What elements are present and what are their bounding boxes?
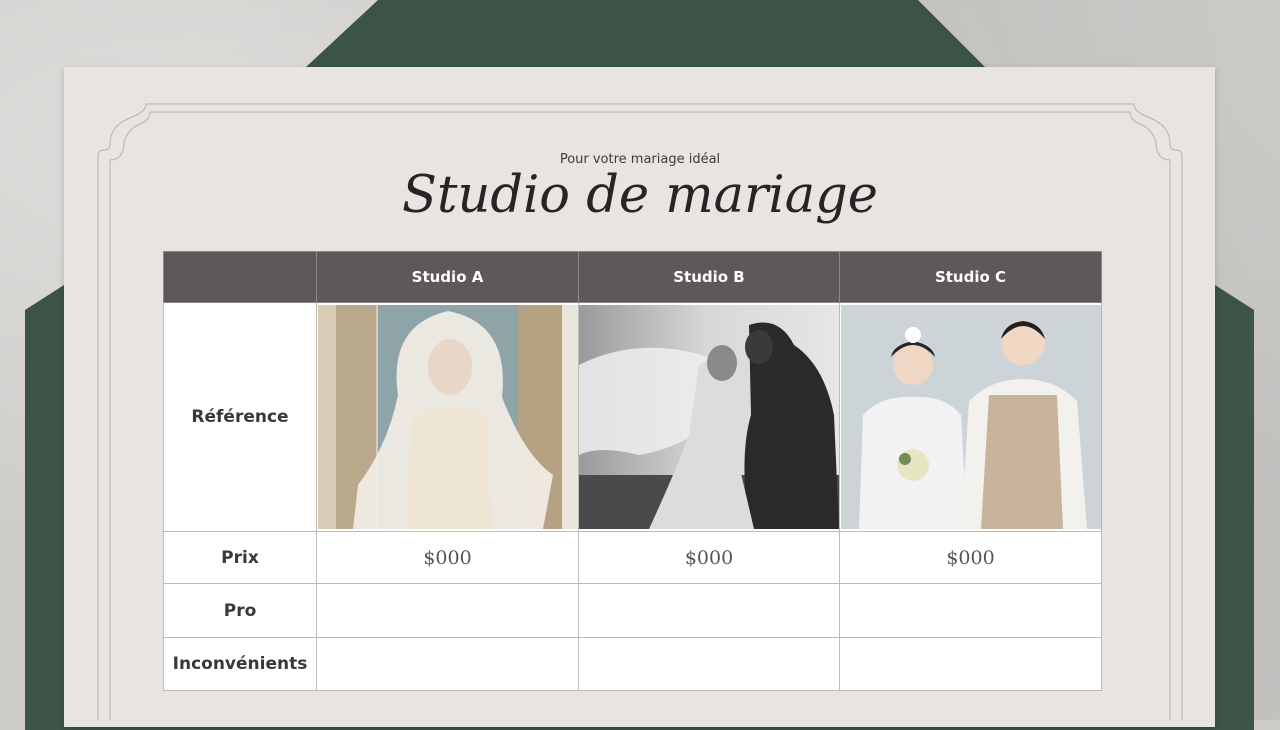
table-row: Inconvénients xyxy=(163,637,1102,691)
comparison-table: Studio A Studio B Studio C Référence Pri… xyxy=(163,251,1102,691)
pro-studio-b[interactable] xyxy=(578,583,840,638)
studio-a-photo xyxy=(317,305,578,529)
row-label-price: Prix xyxy=(163,531,317,584)
cons-studio-b[interactable] xyxy=(578,637,840,691)
cons-studio-a[interactable] xyxy=(316,637,579,691)
table-row: Référence xyxy=(163,302,1102,532)
pro-studio-a[interactable] xyxy=(316,583,579,638)
table-row: Prix $000 $000 $000 xyxy=(163,531,1102,584)
page-title: Studio de mariage xyxy=(402,166,878,225)
header-studio-b: Studio B xyxy=(578,251,840,303)
studio-c-photo xyxy=(840,305,1101,529)
table-header-row: Studio A Studio B Studio C xyxy=(163,251,1102,303)
studio-b-photo xyxy=(579,305,839,529)
row-label-pro: Pro xyxy=(163,583,317,638)
studio-c-photo-cell xyxy=(839,302,1102,532)
price-studio-b[interactable]: $000 xyxy=(578,531,840,584)
subtitle: Pour votre mariage idéal xyxy=(559,152,721,167)
studio-b-photo-cell xyxy=(578,302,840,532)
table-row: Pro xyxy=(163,583,1102,638)
header-studio-c: Studio C xyxy=(839,251,1102,303)
header-studio-a: Studio A xyxy=(316,251,579,303)
row-label-reference: Référence xyxy=(163,302,317,532)
row-label-cons: Inconvénients xyxy=(163,637,317,691)
studio-a-photo-cell xyxy=(316,302,579,532)
pro-studio-c[interactable] xyxy=(839,583,1102,638)
cons-studio-c[interactable] xyxy=(839,637,1102,691)
price-studio-a[interactable]: $000 xyxy=(316,531,579,584)
price-studio-c[interactable]: $000 xyxy=(839,531,1102,584)
header-empty xyxy=(163,251,317,303)
